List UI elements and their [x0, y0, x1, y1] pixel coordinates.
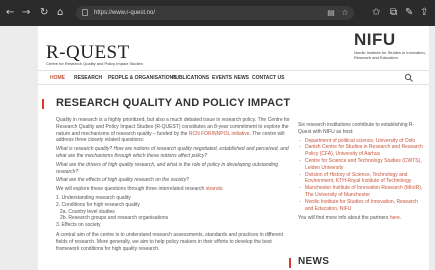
home-icon[interactable]: ⌂: [57, 7, 63, 19]
address-url[interactable]: https://www.r-quest.no/: [94, 8, 155, 18]
partners-link[interactable]: here: [390, 215, 400, 221]
favorites-star-icon[interactable]: ✩: [372, 6, 380, 19]
aim-paragraph: A central aim of the centre is to unders…: [56, 231, 283, 252]
institution-link[interactable]: Manchester Institute of Innovation Resea…: [298, 185, 426, 199]
refresh-icon[interactable]: ↻: [40, 7, 48, 19]
share-icon[interactable]: ⇪: [420, 6, 428, 19]
rquest-logo-subtitle: Centre for Research Quality and Policy I…: [46, 61, 143, 66]
title-accent-bar: [42, 99, 44, 109]
nifu-logo[interactable]: NIFU: [354, 30, 396, 50]
search-icon[interactable]: [404, 73, 414, 83]
institution-link[interactable]: Nordic Institute for Studies of Innovati…: [298, 199, 426, 213]
partners-more: You will find more info about the partne…: [298, 215, 402, 222]
favorite-star-icon[interactable]: ☆: [340, 8, 350, 18]
institution-link[interactable]: Division of History of Science, Technolo…: [298, 172, 426, 186]
sidebar: Six research institutions contribute to …: [298, 122, 426, 222]
menu-item-home[interactable]: HOME: [50, 75, 65, 81]
institution-link[interactable]: Department of political science, Univers…: [298, 138, 426, 145]
strands-list: 1. Understanding research quality 2. Con…: [56, 195, 292, 229]
menu-item-publications[interactable]: PUBLICATIONS: [172, 75, 209, 81]
back-arrow-icon[interactable]: ←: [6, 7, 14, 19]
page-content: R-QUEST Centre for Research Quality and …: [38, 26, 429, 270]
sign-icon[interactable]: ✎: [405, 6, 413, 19]
reader-view-icon[interactable]: ▤: [326, 8, 336, 18]
page-background: R-QUEST Centre for Research Quality and …: [0, 26, 435, 270]
list-item: 3. Effects on society: [56, 222, 101, 229]
list-item: 2. Conditions for high research quality: [56, 201, 140, 208]
address-bar[interactable]: https://www.r-quest.no/ ▤ ☆: [76, 6, 354, 20]
main-text: Quality in research is a highly prioriti…: [56, 117, 292, 254]
question-1: What is research quality? How are notion…: [56, 146, 289, 159]
menu-item-news[interactable]: NEWS: [234, 75, 249, 81]
news-heading: NEWS: [298, 256, 330, 267]
browser-toolbar: ← → ↻ ⌂ https://www.r-quest.no/ ▤ ☆ ✩ ⧉ …: [0, 0, 435, 26]
institutions-list: Department of political science, Univers…: [298, 138, 426, 213]
menu-item-research[interactable]: RESEARCH: [74, 75, 102, 81]
menu-item-people[interactable]: PEOPLE & ORGANISATIONS: [108, 75, 177, 81]
strands-link[interactable]: strands: [206, 186, 222, 192]
question-2: What are the drivers of high quality res…: [56, 161, 279, 175]
question-3: What are the effects of high quality res…: [56, 177, 189, 184]
forward-arrow-icon[interactable]: →: [22, 7, 30, 19]
page-title: RESEARCH QUALITY AND POLICY IMPACT: [56, 97, 291, 109]
main-menu: HOME RESEARCH PEOPLE & ORGANISATIONS PUB…: [38, 70, 429, 85]
collections-icon[interactable]: ⧉: [390, 6, 397, 19]
sidebar-intro: Six research institutions contribute to …: [298, 122, 415, 135]
forinnpol-link[interactable]: RCN FORINNPOL initiative: [189, 131, 250, 137]
menu-item-contact[interactable]: CONTACT US: [252, 75, 284, 81]
list-item: 1. Understanding research quality: [56, 194, 131, 201]
menu-item-events[interactable]: EVENTS: [212, 75, 232, 81]
news-accent-bar: [289, 258, 291, 268]
nifu-logo-subtitle: Nordic Institute for Studies in Innovati…: [354, 50, 426, 60]
strands-paragraph: We will explore these questions through …: [56, 186, 224, 193]
institution-link[interactable]: Danish Centre for Studies in Research an…: [298, 144, 426, 158]
list-item: 2b. Research groups and research organis…: [60, 215, 169, 222]
institution-link[interactable]: Centre for Science and Technology Studie…: [298, 158, 426, 172]
list-item: 2a. Country level studies: [60, 208, 115, 215]
intro-paragraph: Quality in research is a highly prioriti…: [56, 117, 290, 144]
lock-icon: [82, 9, 88, 16]
